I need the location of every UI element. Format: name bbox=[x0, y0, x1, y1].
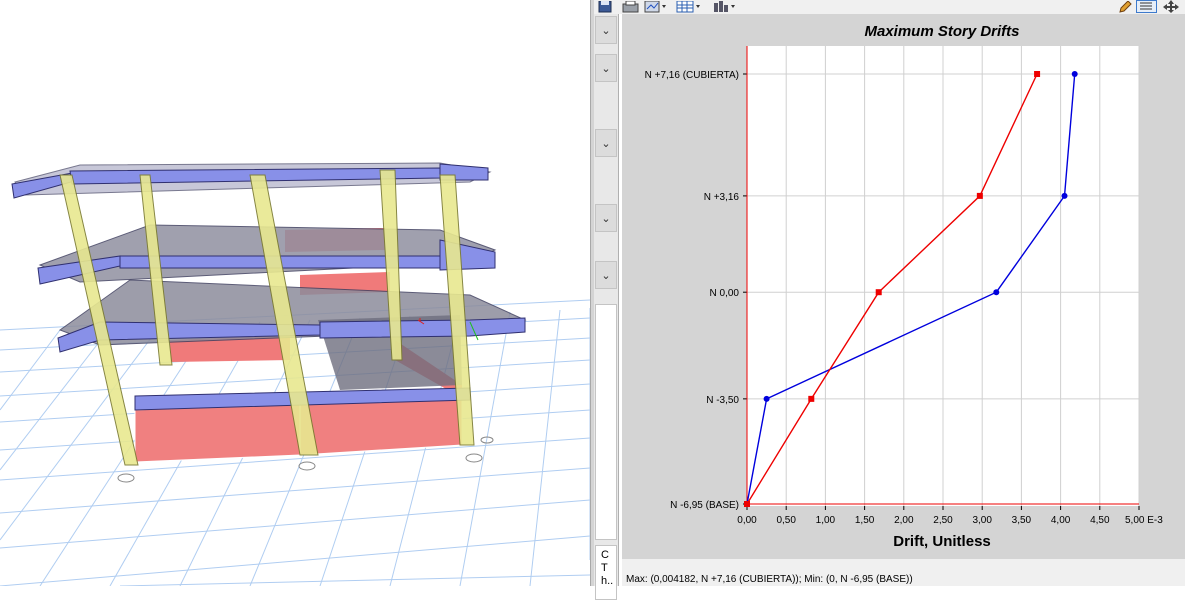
chart-toolbar bbox=[594, 0, 1185, 14]
list-icon[interactable] bbox=[1136, 0, 1158, 13]
options-column: ⌄ ⌄ ⌄ ⌄ ⌄ C T h.. bbox=[594, 14, 619, 600]
dropdown-5[interactable]: ⌄ bbox=[595, 261, 617, 289]
chevron-down-icon: ⌄ bbox=[601, 24, 611, 37]
chart-title: Maximum Story Drifts bbox=[864, 23, 1019, 40]
story-drift-chart: Maximum Story Drifts 0,00 0,50 1,00 1,50 2,0… bbox=[645, 23, 1164, 550]
x-tick-label: 4,00 bbox=[1051, 515, 1071, 526]
series-1-point bbox=[763, 395, 770, 402]
chevron-down-icon: ⌄ bbox=[601, 212, 611, 225]
pencil-icon[interactable] bbox=[1118, 0, 1132, 13]
dropdown-3[interactable]: ⌄ bbox=[595, 129, 617, 157]
options-list-area[interactable] bbox=[595, 304, 617, 540]
chevron-down-icon: ⌄ bbox=[601, 269, 611, 282]
x-tick-label: 1,00 bbox=[816, 515, 836, 526]
status-max-min-text: Max: (0,004182, N +7,16 (CUBIERTA)); Min… bbox=[626, 574, 913, 585]
table-icon[interactable] bbox=[676, 0, 702, 13]
dropdown-4[interactable]: ⌄ bbox=[595, 204, 617, 232]
series-2-point bbox=[1034, 71, 1041, 77]
y-tick-label: N +7,16 (CUBIERTA) bbox=[645, 70, 739, 81]
series-2-point bbox=[744, 501, 750, 507]
series-1-point bbox=[993, 289, 1000, 296]
y-tick-label: N 0,00 bbox=[710, 288, 740, 299]
x-tick-label: 0,00 bbox=[737, 515, 757, 526]
chart-options-icon[interactable] bbox=[644, 0, 668, 13]
story-drift-chart-panel: Maximum Story Drifts 0,00 0,50 1,00 1,50 2,0… bbox=[622, 14, 1185, 559]
export-icon[interactable] bbox=[712, 0, 738, 13]
x-tick-label: 5,00 E-3 bbox=[1125, 515, 1163, 526]
truncated-label: C T h.. bbox=[595, 545, 617, 600]
x-tick-label: 0,50 bbox=[776, 515, 796, 526]
chevron-down-icon: ⌄ bbox=[601, 137, 611, 150]
save-icon[interactable] bbox=[598, 0, 612, 13]
truncated-label-line: h.. bbox=[601, 575, 614, 587]
series-2-point bbox=[976, 192, 983, 199]
move-icon[interactable] bbox=[1162, 0, 1180, 13]
print-icon[interactable] bbox=[622, 0, 640, 13]
dropdown-1[interactable]: ⌄ bbox=[595, 16, 617, 44]
chevron-down-icon: ⌄ bbox=[601, 62, 611, 75]
y-tick-label: N -6,95 (BASE) bbox=[670, 500, 739, 511]
x-tick-label: 1,50 bbox=[855, 515, 875, 526]
x-axis-title: Drift, Unitless bbox=[893, 533, 991, 550]
x-tick-label: 2,00 bbox=[894, 515, 914, 526]
y-tick-label: N -3,50 bbox=[706, 395, 739, 406]
series-1-point bbox=[1061, 192, 1068, 199]
truncated-label-line: T bbox=[601, 562, 608, 574]
model-3d-viewport[interactable] bbox=[0, 0, 590, 586]
x-tick-label: 3,00 bbox=[972, 515, 992, 526]
series-2-point bbox=[808, 395, 815, 402]
series-2-point bbox=[875, 289, 882, 296]
status-bar: Max: (0,004182, N +7,16 (CUBIERTA)); Min… bbox=[622, 559, 1185, 586]
series-1-point bbox=[1071, 71, 1078, 77]
building-3d-view bbox=[0, 162, 590, 586]
truncated-label-line: C bbox=[601, 549, 609, 561]
x-tick-label: 4,50 bbox=[1090, 515, 1110, 526]
dropdown-2[interactable]: ⌄ bbox=[595, 54, 617, 82]
y-tick-label: N +3,16 bbox=[704, 192, 740, 203]
x-tick-label: 2,50 bbox=[933, 515, 953, 526]
x-tick-label: 3,50 bbox=[1012, 515, 1032, 526]
